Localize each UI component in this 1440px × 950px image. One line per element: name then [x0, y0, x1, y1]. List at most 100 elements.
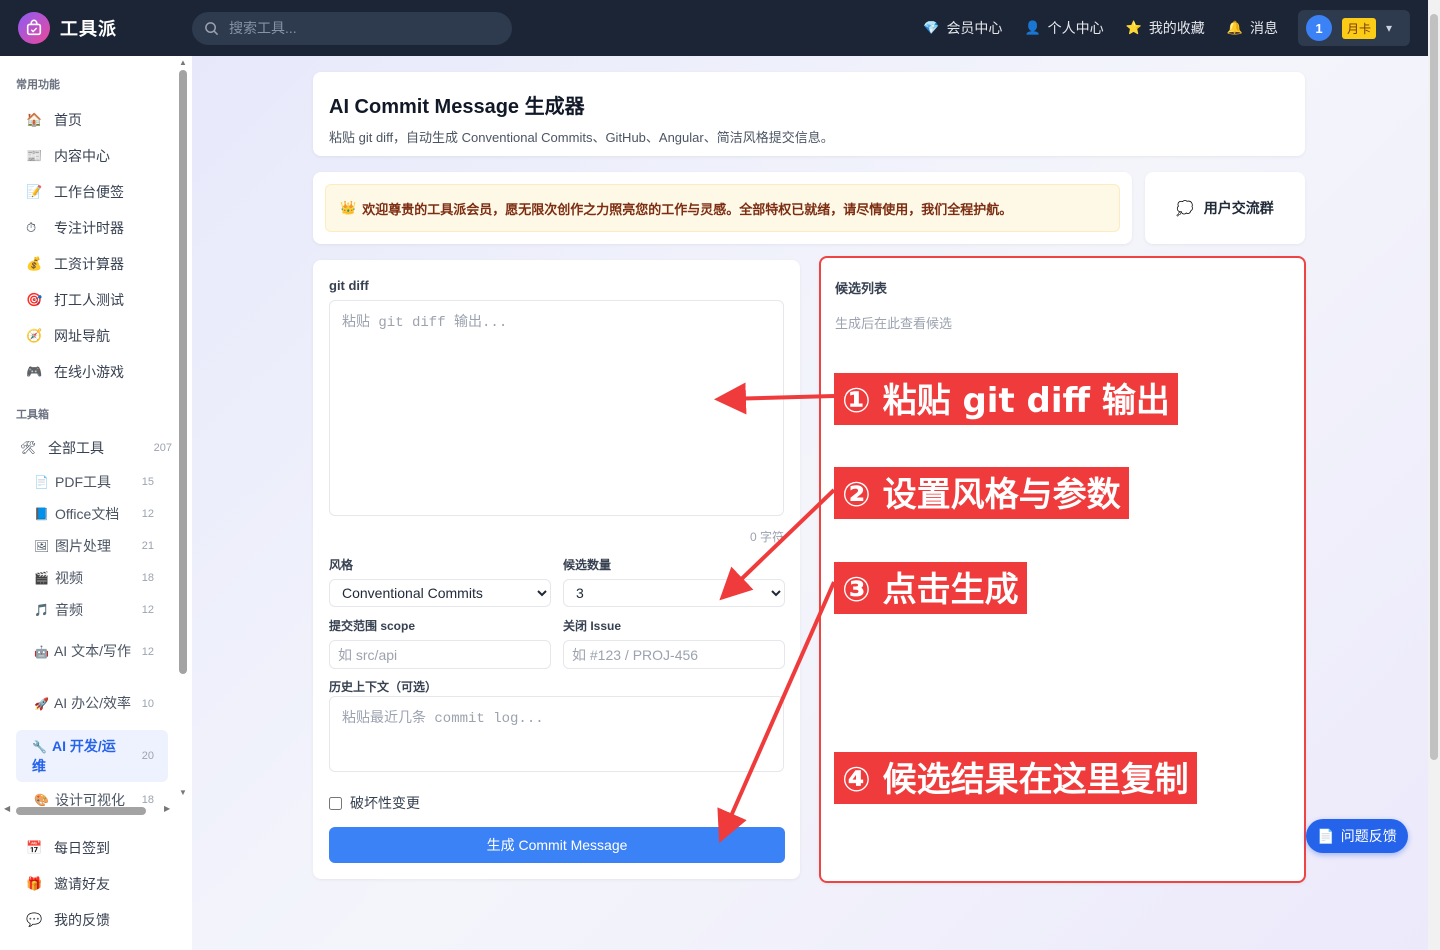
newspaper-icon: 📰 — [26, 148, 43, 163]
breaking-change-option[interactable]: 破坏性变更 — [329, 793, 420, 813]
logo-icon — [18, 12, 50, 44]
sidebar-vertical-scrollbar[interactable] — [179, 70, 187, 674]
char-count: 0 字符 — [749, 530, 784, 544]
sidebar-item-label: AI 办公/效率 — [53, 695, 131, 711]
sidebar-item-home[interactable]: 🏠 首页 — [0, 102, 192, 138]
sidebar-item-content[interactable]: 📰 内容中心 — [0, 138, 192, 174]
clapper-icon: 🎬 — [34, 570, 49, 585]
breaking-change-checkbox[interactable] — [329, 796, 342, 810]
sidebar-item-office[interactable]: 📘 Office文档 12 — [0, 498, 192, 530]
scroll-right-icon[interactable]: ▶ — [164, 804, 170, 813]
sidebar-item-notes[interactable]: 📝 工作台便签 — [0, 174, 192, 210]
sidebar-item-video[interactable]: 🎬 视频 18 — [0, 562, 192, 594]
picture-icon: 🖼 — [34, 538, 50, 553]
commit-history-input[interactable] — [329, 696, 784, 772]
sidebar-item-games[interactable]: 🎮 在线小游戏 — [0, 354, 192, 390]
sidebar-item-image[interactable]: 🖼 图片处理 21 — [0, 530, 192, 562]
page-scrollbar-thumb[interactable] — [1430, 14, 1438, 760]
user-menu[interactable]: 1 月卡 ▾ — [1298, 10, 1410, 46]
notice-text: 欢迎尊贵的工具派会员，愿无限次创作之力照亮您的工作与灵感。全部特权已就绪，请尽情… — [362, 201, 1013, 217]
sidebar-item-worker-test[interactable]: 🎯 打工人测试 — [0, 282, 192, 318]
sidebar-item-audio[interactable]: 🎵 音频 12 — [0, 594, 192, 626]
generate-button[interactable]: 生成 Commit Message — [329, 827, 785, 863]
diff-label: git diff — [329, 278, 369, 293]
sidebar-item-timer[interactable]: ⏱ 专注计时器 — [0, 210, 192, 246]
search-input[interactable] — [229, 20, 489, 36]
user-group-button[interactable]: 💭 用户交流群 — [1145, 172, 1305, 244]
context-label: 历史上下文（可选） — [329, 680, 438, 694]
sidebar-item-all-tools[interactable]: 🛠 全部工具 207 — [0, 430, 192, 466]
sidebar-item-ai-dev[interactable]: 🔧 AI 开发/运维 20 — [16, 730, 168, 782]
nav-profile[interactable]: 👤 个人中心 — [1024, 18, 1103, 38]
count-select[interactable]: 3 — [563, 579, 785, 607]
style-select[interactable]: Conventional Commits — [329, 579, 551, 607]
top-bar: 工具派 💎 会员中心 👤 个人中心 ⭐ 我的收藏 🔔 消息 1 月卡 ▾ — [0, 0, 1440, 56]
section-tools-title: 工具箱 — [16, 409, 49, 421]
scope-input[interactable] — [329, 640, 551, 669]
tool-count: 12 — [141, 645, 154, 658]
breaking-change-label: 破坏性变更 — [350, 795, 420, 811]
issue-field: 关闭 Issue — [563, 617, 785, 669]
nav-favorites[interactable]: ⭐ 我的收藏 — [1126, 18, 1205, 38]
style-label: 风格 — [329, 558, 354, 572]
main-content: AI Commit Message 生成器 粘贴 git diff，自动生成 C… — [192, 56, 1428, 950]
notice-card: 👑 欢迎尊贵的工具派会员，愿无限次创作之力照亮您的工作与灵感。全部特权已就绪，请… — [313, 172, 1132, 244]
sidebar: 常用功能 🏠 首页 📰 内容中心 📝 工作台便签 ⏱ 专注计时器 💰 工资计算器 🎯 打工人… — [0, 56, 192, 950]
sidebar-item-label: Office文档 — [55, 505, 120, 522]
tool-count: 207 — [153, 442, 172, 454]
sidebar-item-nav[interactable]: 🧭 网址导航 — [0, 318, 192, 354]
sidebar-item-label: 我的反馈 — [54, 912, 110, 928]
git-diff-input[interactable] — [329, 300, 784, 516]
brand[interactable]: 工具派 — [0, 12, 192, 44]
sidebar-item-invite[interactable]: 🎁 邀请好友 — [0, 866, 192, 902]
nav-member-center[interactable]: 💎 会员中心 — [923, 18, 1002, 38]
title-card: AI Commit Message 生成器 粘贴 git diff，自动生成 C… — [313, 72, 1305, 156]
sidebar-item-pdf[interactable]: 📄 PDF工具 15 — [0, 466, 192, 498]
nav-label: 我的收藏 — [1148, 20, 1205, 36]
tool-count: 21 — [141, 539, 154, 552]
music-note-icon: 🎵 — [34, 602, 49, 617]
scope-label: 提交范围 scope — [329, 619, 416, 633]
person-icon: 👤 — [1024, 20, 1041, 35]
style-field: 风格 Conventional Commits — [329, 556, 551, 607]
annotation-step-2: ② 设置风格与参数 — [834, 467, 1129, 519]
sidebar-item-salary[interactable]: 💰 工资计算器 — [0, 246, 192, 282]
page-scrollbar[interactable] — [1428, 0, 1440, 950]
scope-field: 提交范围 scope — [329, 617, 551, 669]
scroll-down-icon[interactable]: ▼ — [179, 788, 187, 797]
tool-count: 12 — [141, 507, 154, 520]
nav-label: 消息 — [1250, 20, 1278, 36]
candidates-hint: 生成后在此查看候选 — [835, 316, 953, 331]
wrench-icon: 🔧 — [32, 739, 47, 754]
plan-badge: 月卡 — [1342, 17, 1377, 39]
annotation-step-1: ① 粘贴 git diff 输出 — [834, 373, 1178, 425]
sidebar-item-ai-writing[interactable]: 🤖 AI 文本/写作 12 — [0, 626, 192, 678]
search-box[interactable] — [192, 11, 512, 45]
sidebar-item-ai-office[interactable]: 🚀 AI 办公/效率 10 — [0, 678, 192, 730]
scroll-up-icon[interactable]: ▲ — [179, 58, 187, 67]
sidebar-item-checkin[interactable]: 📅 每日签到 — [0, 830, 192, 866]
robot-icon: 🤖 — [34, 645, 49, 659]
sidebar-scroll[interactable]: 常用功能 🏠 首页 📰 内容中心 📝 工作台便签 ⏱ 专注计时器 💰 工资计算器 🎯 打工人… — [0, 56, 192, 818]
calendar-icon: 📅 — [26, 840, 43, 855]
sidebar-horizontal-scrollbar[interactable] — [16, 807, 146, 815]
compass-icon: 🧭 — [26, 328, 43, 343]
clipboard-icon: 📄 — [1317, 827, 1335, 844]
issue-input[interactable] — [563, 640, 785, 669]
sidebar-item-label: 内容中心 — [54, 148, 110, 164]
gift-icon: 🎁 — [26, 876, 43, 891]
crown-icon: 👑 — [340, 200, 357, 215]
star-icon: ⭐ — [1125, 20, 1142, 35]
document-icon: 📄 — [34, 474, 49, 489]
sidebar-item-label: 邀请好友 — [54, 876, 110, 892]
tools-icon: 🛠 — [20, 440, 37, 455]
sidebar-bottom: 📅 每日签到 🎁 邀请好友 💬 我的反馈 — [0, 830, 192, 938]
sidebar-item-label: 专注计时器 — [54, 220, 124, 236]
scroll-left-icon[interactable]: ◀ — [4, 804, 10, 813]
sidebar-item-feedback[interactable]: 💬 我的反馈 — [0, 902, 192, 938]
nav-label: 会员中心 — [946, 20, 1003, 36]
feedback-button[interactable]: 📄 问题反馈 — [1306, 819, 1408, 853]
top-links: 💎 会员中心 👤 个人中心 ⭐ 我的收藏 🔔 消息 1 月卡 ▾ — [901, 10, 1440, 46]
nav-label: 个人中心 — [1047, 20, 1104, 36]
nav-messages[interactable]: 🔔 消息 — [1227, 18, 1278, 38]
